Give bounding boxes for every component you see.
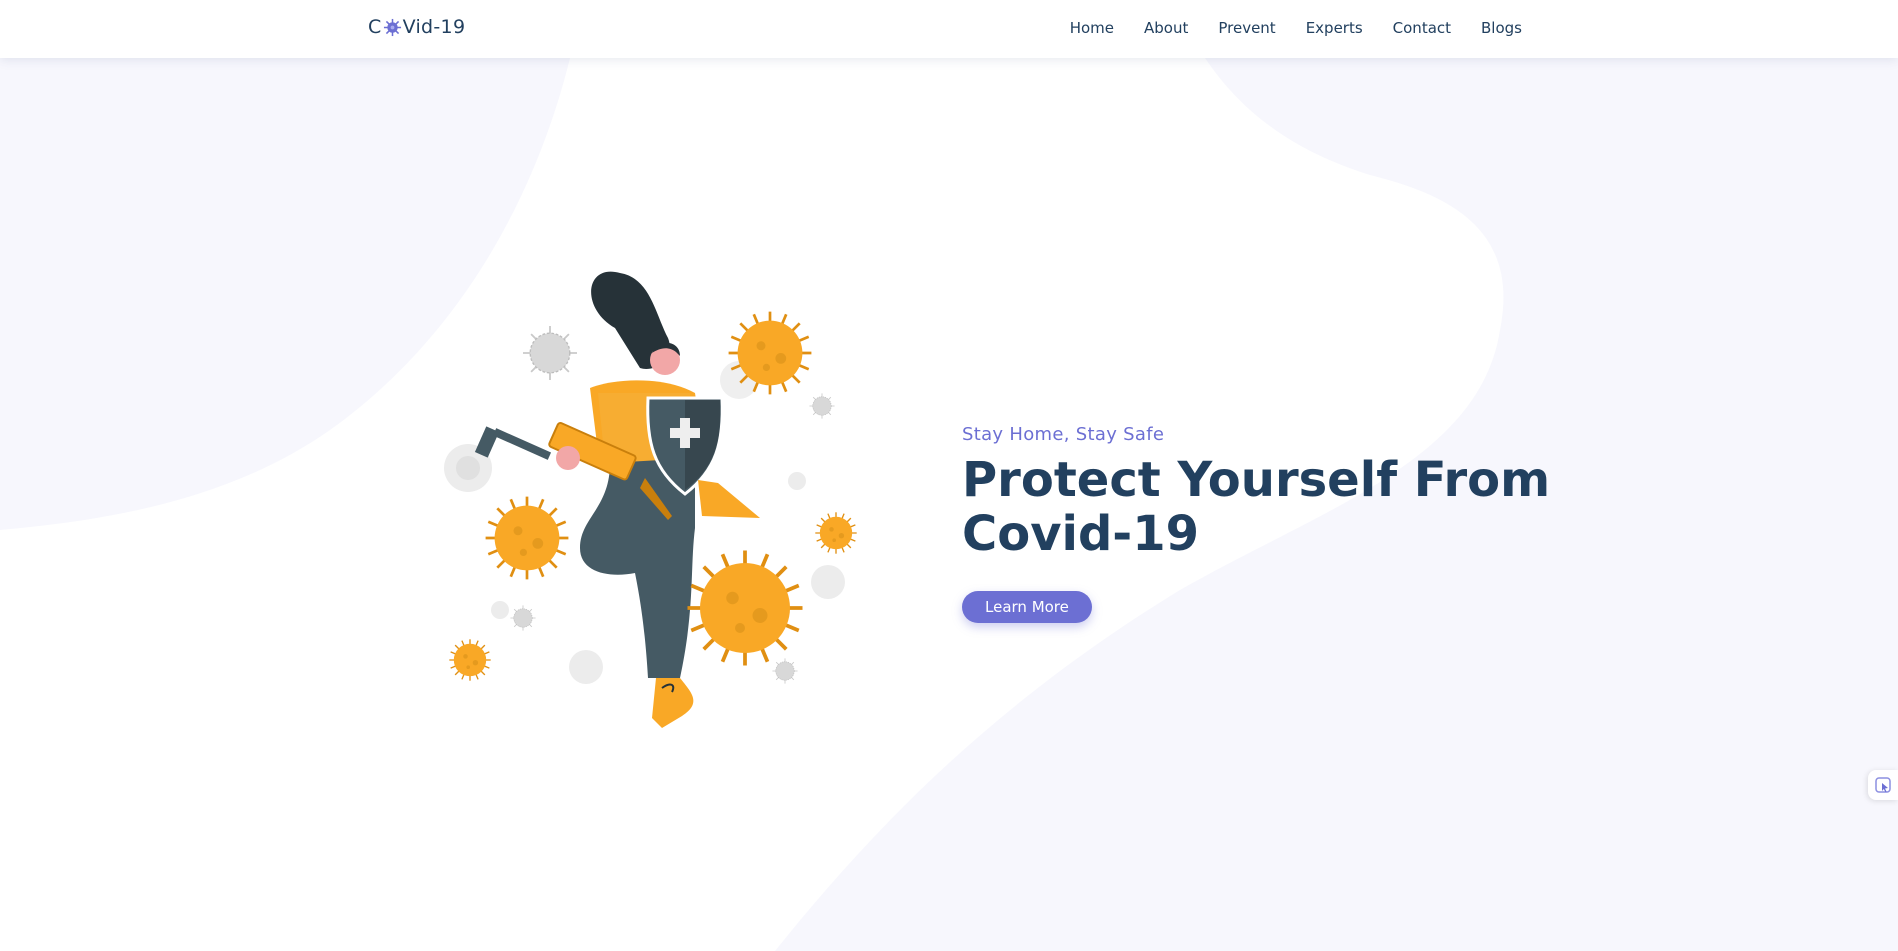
hero-title-line2: Covid-19 <box>962 506 1200 562</box>
learn-more-button[interactable]: Learn More <box>962 591 1092 623</box>
side-widget[interactable] <box>1868 770 1898 800</box>
background-blobs <box>0 58 1898 951</box>
hero-illustration <box>444 271 858 728</box>
brand-suffix: Vid-19 <box>402 16 466 38</box>
hero-content: Stay Home, Stay Safe Protect Yourself Fr… <box>962 424 1582 623</box>
cursor-pointer-icon <box>1875 777 1891 793</box>
nav-prevent[interactable]: Prevent <box>1218 19 1275 37</box>
nav-contact[interactable]: Contact <box>1393 19 1451 37</box>
top-navbar: C Vid-19 Home About Prevent Experts Cont… <box>0 0 1898 58</box>
brand-logo[interactable]: C Vid-19 <box>368 16 465 38</box>
hero-title-line1: Protect Yourself From <box>962 452 1551 508</box>
hero-title: Protect Yourself From Covid-19 <box>962 453 1582 561</box>
brand-prefix: C <box>368 16 382 38</box>
nav-home[interactable]: Home <box>1070 19 1114 37</box>
nav-about[interactable]: About <box>1144 19 1188 37</box>
virus-icon <box>383 18 401 36</box>
hero-subtitle: Stay Home, Stay Safe <box>962 424 1165 445</box>
main-nav: Home About Prevent Experts Contact Blogs <box>1040 19 1522 37</box>
nav-blogs[interactable]: Blogs <box>1481 19 1522 37</box>
nav-experts[interactable]: Experts <box>1306 19 1363 37</box>
